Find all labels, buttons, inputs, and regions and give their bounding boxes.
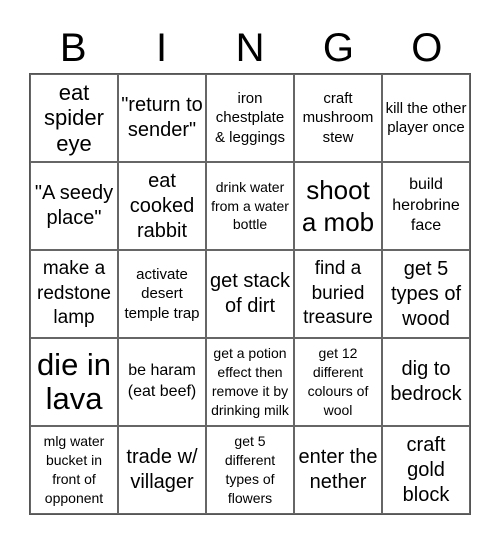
bingo-cell[interactable]: trade w/ villager [118, 426, 206, 514]
bingo-cell[interactable]: iron chestplate & leggings [206, 74, 294, 162]
header-letter-i: I [156, 26, 168, 70]
bingo-cell[interactable]: kill the other player once [382, 74, 470, 162]
header-letter-n: N [235, 26, 265, 70]
bingo-cell[interactable]: get 5 different types of flowers [206, 426, 294, 514]
bingo-cell[interactable]: mlg water bucket in front of opponent [30, 426, 118, 514]
bingo-cell[interactable]: dig to bedrock [382, 338, 470, 426]
header-letter-g: G [322, 26, 354, 70]
bingo-cell[interactable]: make a redstone lamp [30, 250, 118, 338]
bingo-cell[interactable]: get 5 types of wood [382, 250, 470, 338]
bingo-cell[interactable]: "return to sender" [118, 74, 206, 162]
bingo-cell[interactable]: eat cooked rabbit [118, 162, 206, 250]
bingo-cell[interactable]: get stack of dirt [206, 250, 294, 338]
bingo-cell[interactable]: be haram (eat beef) [118, 338, 206, 426]
bingo-cell[interactable]: build herobrine face [382, 162, 470, 250]
bingo-cell[interactable]: eat spider eye [30, 74, 118, 162]
bingo-cell[interactable]: get a potion effect then remove it by dr… [206, 338, 294, 426]
header-letter-o: O [411, 26, 443, 70]
bingo-grid: eat spider eye "return to sender" iron c… [29, 73, 471, 515]
bingo-cell[interactable]: shoot a mob [294, 162, 382, 250]
bingo-cell[interactable]: die in lava [30, 338, 118, 426]
bingo-cell[interactable]: drink water from a water bottle [206, 162, 294, 250]
bingo-cell[interactable]: craft gold block [382, 426, 470, 514]
bingo-cell[interactable]: craft mushroom stew [294, 74, 382, 162]
bingo-cell[interactable]: find a buried treasure [294, 250, 382, 338]
bingo-cell[interactable]: enter the nether [294, 426, 382, 514]
bingo-cell[interactable]: get 12 different colours of wool [294, 338, 382, 426]
header-letter-b: B [59, 26, 87, 70]
bingo-cell[interactable]: activate desert temple trap [118, 250, 206, 338]
bingo-cell[interactable]: "A seedy place" [30, 162, 118, 250]
bingo-header: B I N G O [29, 24, 471, 72]
